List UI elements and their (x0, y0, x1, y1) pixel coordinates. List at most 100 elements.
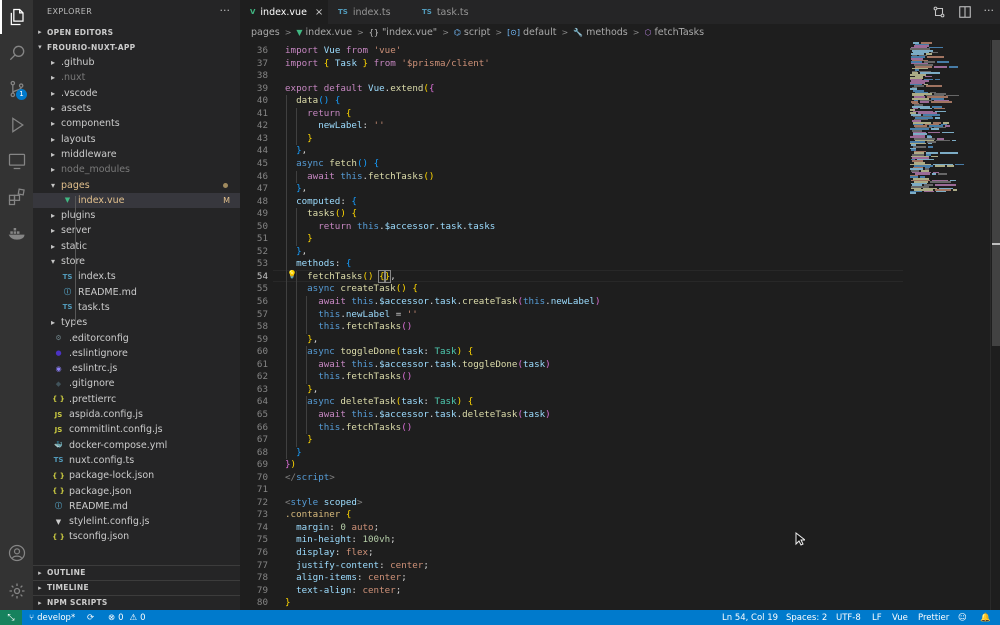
minimap-line (932, 173, 936, 175)
breadcrumb-item[interactable]: script (464, 27, 490, 38)
search-icon[interactable] (0, 36, 33, 70)
tree-item[interactable]: ▸ assets (33, 101, 240, 116)
explorer-sidebar: EXPLORER ··· ▸ OPEN EDITORS ▾ FROURIO-NU… (33, 0, 240, 610)
breadcrumb-item[interactable]: methods (586, 27, 628, 38)
branch-indicator[interactable]: ⑂ develop* (29, 610, 75, 625)
minimap-line (936, 139, 950, 142)
breadcrumb-item[interactable]: default (523, 27, 556, 38)
open-editors-label: OPEN EDITORS (47, 27, 114, 37)
problems-indicator[interactable]: ⊗ 0 ⚠ 0 (108, 610, 146, 625)
npm-scripts-section[interactable]: ▸ NPM SCRIPTS (33, 595, 240, 609)
tree-item[interactable]: ▸ plugins (33, 208, 240, 223)
more-actions-icon[interactable]: ··· (984, 4, 995, 23)
code-line: }, (307, 383, 319, 395)
open-editors-section[interactable]: ▸ OPEN EDITORS (33, 25, 240, 39)
run-debug-icon[interactable] (0, 108, 33, 142)
remote-explorer-icon[interactable] (0, 144, 33, 178)
tree-item[interactable]: ▸static (33, 239, 240, 254)
tree-item[interactable]: ▸ middleware (33, 147, 240, 162)
minimap-line (953, 189, 957, 191)
breadcrumb-item[interactable]: pages (251, 27, 280, 38)
tree-item[interactable]: ▼ stylelint.config.js (33, 514, 240, 529)
tree-item-label: package-lock.json (69, 470, 155, 482)
code-editor[interactable]: 36 import Vue from 'vue' 37 import { Task }… (240, 40, 908, 610)
tab-task-ts[interactable]: TS task.ts (412, 0, 496, 24)
tree-item[interactable]: ▸ .vscode (33, 86, 240, 101)
tree-item[interactable]: ◉ .eslintrc.js (33, 361, 240, 376)
tree-item[interactable]: { } .prettierrc (33, 392, 240, 407)
tab-index-ts[interactable]: TS index.ts (328, 0, 412, 24)
tree-item-label: aspida.config.js (69, 409, 143, 421)
indentation[interactable]: Spaces: 2 (786, 610, 827, 625)
tree-item[interactable]: ◆ .gitignore (33, 376, 240, 391)
remote-icon[interactable]: ⤡ (0, 610, 22, 625)
vertical-scrollbar[interactable] (990, 40, 1000, 610)
sync-icon[interactable]: ⟳ (87, 610, 94, 625)
manage-gear-icon[interactable] (0, 574, 33, 608)
scrollbar-thumb[interactable] (992, 40, 1000, 346)
timeline-section[interactable]: ▸ TIMELINE (33, 580, 240, 594)
tree-item[interactable]: ⓘ README.md (33, 499, 240, 514)
tree-item[interactable]: ▸ node_modules (33, 162, 240, 177)
project-root-section[interactable]: ▾ FROURIO-NUXT-APP (33, 40, 240, 54)
tree-item[interactable]: ▸ server (33, 223, 240, 238)
line-number: 52 (256, 245, 268, 257)
feedback-icon[interactable]: ☺ (958, 610, 967, 625)
ts-file-icon: TS (62, 272, 73, 281)
outline-section[interactable]: ▸ OUTLINE (33, 565, 240, 579)
tree-item[interactable]: ⚙ .editorconfig (33, 330, 240, 345)
js-file-icon: JS (54, 425, 63, 434)
tree-item[interactable]: ▸ .nuxt (33, 70, 240, 85)
more-actions-icon[interactable]: ··· (220, 4, 231, 17)
tree-item[interactable]: TS nuxt.config.ts (33, 453, 240, 468)
accounts-icon[interactable] (0, 536, 33, 570)
language-mode[interactable]: Vue (892, 610, 908, 625)
tree-item[interactable]: ▸ layouts (33, 132, 240, 147)
tree-item[interactable]: ▸ .github (33, 55, 240, 70)
docker-icon[interactable] (0, 216, 33, 250)
tree-item[interactable]: ▸types (33, 315, 240, 330)
tree-item[interactable]: ● .eslintignore (33, 346, 240, 361)
source-control-icon[interactable]: 1 (0, 72, 33, 106)
close-icon[interactable]: × (315, 7, 323, 18)
breadcrumb-item[interactable]: "index.vue" (382, 27, 437, 38)
split-editor-icon[interactable] (958, 4, 972, 23)
formatter[interactable]: Prettier (918, 610, 949, 625)
chevron-down-icon: ▾ (38, 43, 42, 51)
tab-index-vue[interactable]: V index.vue × (240, 0, 328, 24)
end-of-line[interactable]: LF (872, 610, 882, 625)
tree-item[interactable]: ▼ index.vue M (33, 192, 240, 208)
encoding[interactable]: UTF-8 (836, 610, 861, 625)
tree-item[interactable]: { } tsconfig.json (33, 529, 240, 544)
tree-item[interactable]: TS index.ts (33, 269, 240, 284)
breadcrumb-item[interactable]: index.vue (306, 27, 353, 38)
tree-item[interactable]: { } package.json (33, 483, 240, 498)
tree-item[interactable]: 🐳 docker-compose.yml (33, 438, 240, 453)
branch-label: develop* (37, 612, 76, 623)
tree-item[interactable]: ⓘ README.md (33, 285, 240, 300)
code-line: this.fetchTasks() (318, 371, 413, 383)
tree-item[interactable]: ▾ pages (33, 177, 240, 192)
code-line: await this.fetchTasks() (307, 170, 435, 182)
minimap-line (935, 184, 956, 186)
code-line: this.newLabel = '' (318, 308, 418, 320)
minimap-line (935, 78, 940, 81)
tree-item-label: .nuxt (61, 72, 86, 84)
minimap-line (937, 61, 949, 63)
tree-item[interactable]: JS commitlint.config.js (33, 422, 240, 437)
tree-item[interactable]: JS aspida.config.js (33, 407, 240, 422)
cursor-position[interactable]: Ln 54, Col 19 (722, 610, 778, 625)
minimap[interactable] (908, 40, 988, 610)
line-number: 36 (256, 45, 268, 56)
compare-changes-icon[interactable] (932, 4, 946, 23)
error-icon: ⊗ (108, 612, 116, 623)
breadcrumb-item[interactable]: fetchTasks (654, 27, 704, 38)
notifications-icon[interactable]: 🔔 (980, 610, 991, 625)
explorer-icon[interactable] (0, 0, 33, 34)
tree-item[interactable]: ▾ store (33, 254, 240, 269)
tree-item[interactable]: ▸ components (33, 116, 240, 131)
tree-item[interactable]: TS task.ts (33, 300, 240, 315)
extensions-icon[interactable] (0, 180, 33, 214)
tree-item[interactable]: { } package-lock.json (33, 468, 240, 483)
line-number: 40 (256, 95, 268, 107)
